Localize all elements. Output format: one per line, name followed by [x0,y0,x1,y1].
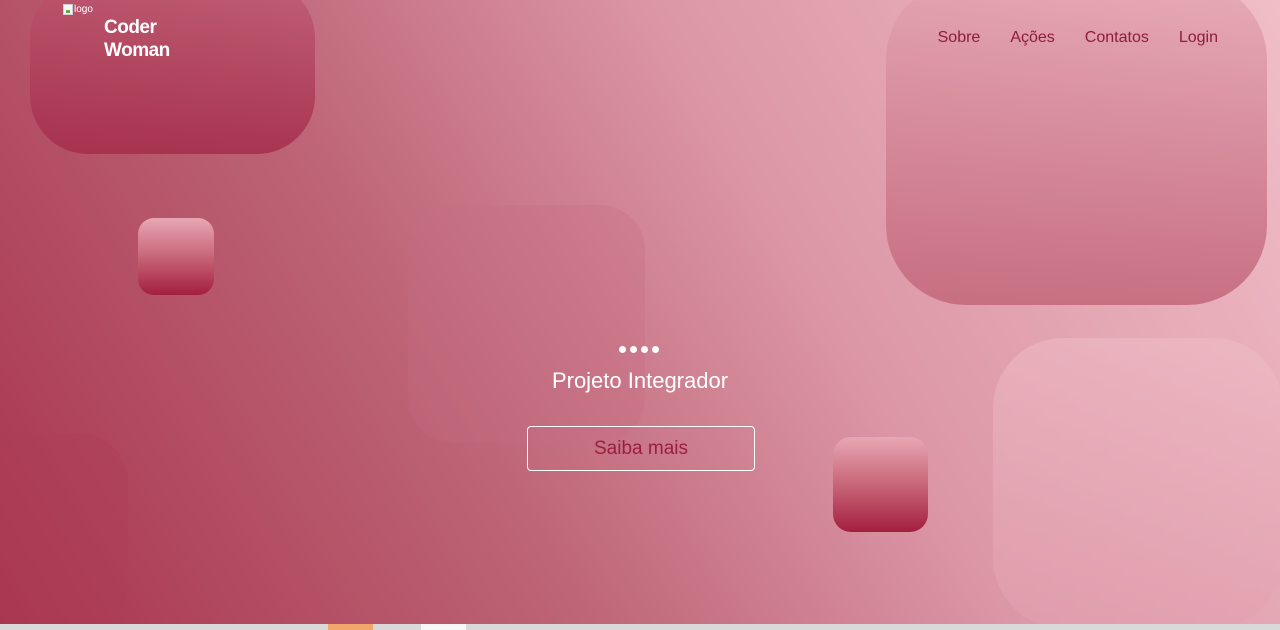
nav-link-login[interactable]: Login [1179,29,1218,47]
logo-alt-text: logo [74,4,93,15]
strip-accent [421,624,466,630]
broken-image-icon [63,4,73,15]
decorative-shape [408,205,645,443]
slide-title: Projeto Integrador [551,368,729,393]
strip-accent [328,624,373,630]
carousel-dot[interactable] [652,346,659,353]
decorative-cube [138,218,214,295]
carousel-dot[interactable] [619,346,626,353]
carousel-dot[interactable] [630,346,637,353]
main-nav: Sobre Ações Contatos Login [938,29,1218,47]
carousel-dot[interactable] [641,346,648,353]
nav-link-contatos[interactable]: Contatos [1085,29,1149,47]
carousel-indicators [619,346,659,353]
logo-image: logo [63,4,93,15]
decorative-shape [0,433,128,624]
brand-name-line2: Woman [104,40,170,61]
bottom-strip [0,624,1280,630]
hero-section: logo Coder Woman Sobre Ações Contatos Lo… [0,0,1280,624]
brand-name: Coder Woman [104,16,194,62]
decorative-cube [833,437,928,532]
nav-link-acoes[interactable]: Ações [1010,29,1054,47]
nav-link-sobre[interactable]: Sobre [938,29,981,47]
saiba-mais-button[interactable]: Saiba mais [527,426,755,471]
brand-name-line1: Coder [104,17,157,38]
